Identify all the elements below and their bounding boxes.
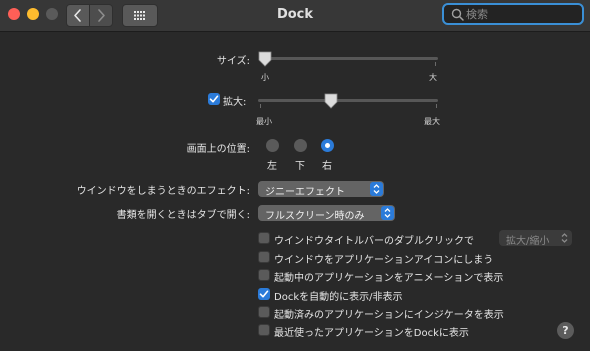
magnification-min-label: 最小 [256,117,272,126]
help-icon: ? [562,324,569,337]
minimize-to-app-icon-label: ウインドウをアプリケーションアイコンにしまう [274,255,494,266]
show-recent-apps-label: 最近使ったアプリケーションをDockに表示 [274,328,469,339]
prefer-tabs-popup[interactable]: フルスクリーン時のみ [258,205,395,222]
autohide-dock-checkbox[interactable] [258,288,270,300]
magnification-checkbox[interactable] [208,93,220,105]
updown-arrow-icon [558,231,571,245]
position-right-label: 右 [322,161,332,172]
minimize-effect-popup[interactable]: ジニーエフェクト [258,181,384,198]
show-indicators-checkbox[interactable] [258,306,270,318]
position-bottom-radio[interactable] [294,139,307,152]
minimize-effect-label: ウインドウをしまうときのエフェクト: [76,186,250,197]
dock-preferences-window: Dock サイズ: 小 大 拡大: 最小 最大 画面上の位置: 左 下 右 ウイ… [0,0,590,351]
prefer-tabs-value: フルスクリーン時のみ [265,211,365,222]
magnification-label: 拡大: [223,97,247,108]
size-max-label: 大 [429,73,437,82]
double-click-action-value: 拡大/縮小 [506,236,550,247]
magnification-max-label: 最大 [424,117,440,126]
position-left-label: 左 [267,161,277,172]
autohide-dock-label: Dockを自動的に表示/非表示 [274,292,403,303]
title-bar: Dock [0,0,590,32]
checkmark-icon [259,290,269,298]
animate-opening-checkbox[interactable] [258,269,270,281]
position-right-radio[interactable] [321,139,334,152]
search-box[interactable] [442,3,584,25]
prefer-tabs-label: 書類を開くときはタブで開く: [116,210,250,221]
position-label: 画面上の位置: [186,144,250,155]
updown-arrow-icon [381,206,394,220]
double-click-label: ウインドウタイトルバーのダブルクリックで [274,236,474,247]
position-left-radio[interactable] [266,139,279,152]
minimize-effect-value: ジニーエフェクト [265,187,345,198]
checkmark-icon [209,95,219,103]
search-icon [451,8,464,21]
magnification-tick-max [436,104,437,108]
size-min-label: 小 [261,73,269,82]
help-button[interactable]: ? [557,322,574,339]
position-bottom-label: 下 [295,161,305,172]
size-label: サイズ: [216,56,250,67]
magnification-tick-min [260,104,261,108]
show-recent-apps-checkbox[interactable] [258,324,270,336]
search-input[interactable] [466,7,576,21]
double-click-checkbox[interactable] [258,232,270,244]
size-tick-max [435,62,436,66]
show-indicators-label: 起動済みのアプリケーションにインジケータを表示 [274,310,504,321]
updown-arrow-icon [370,182,383,196]
size-slider-track[interactable] [262,57,438,60]
magnification-slider-track[interactable] [258,99,438,102]
minimize-to-app-icon-checkbox[interactable] [258,251,270,263]
double-click-action-popup[interactable]: 拡大/縮小 [499,230,572,247]
animate-opening-label: 起動中のアプリケーションをアニメーションで表示 [274,273,504,284]
